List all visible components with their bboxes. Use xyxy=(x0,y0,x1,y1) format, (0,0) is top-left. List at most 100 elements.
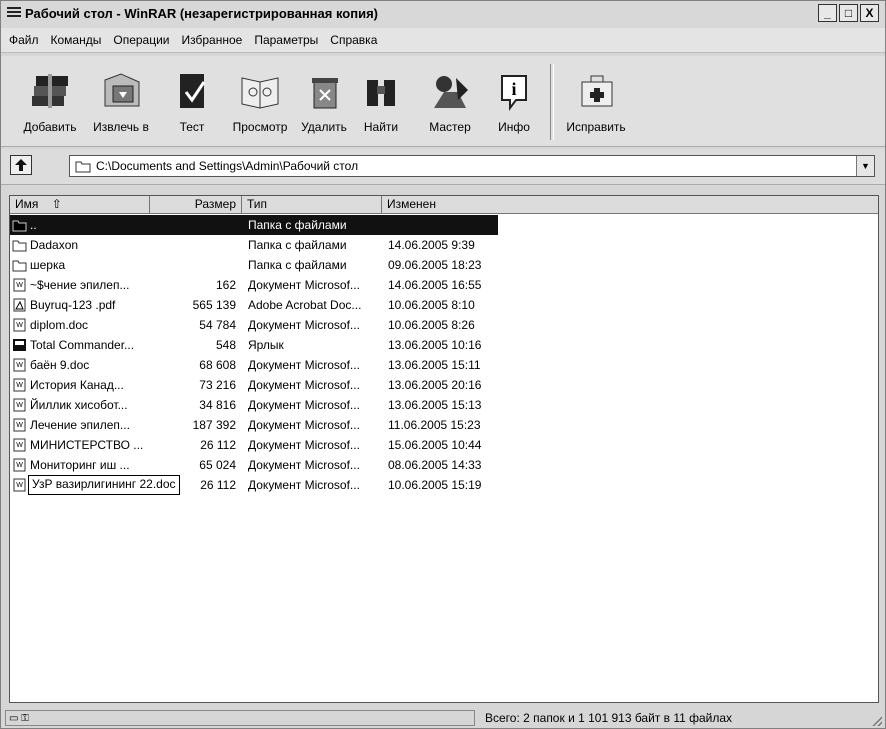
file-modified: 13.06.2005 15:13 xyxy=(388,398,482,412)
file-size: 548 xyxy=(215,338,236,352)
winrar-window: Рабочий стол - WinRAR (незарегистрирован… xyxy=(0,0,886,729)
svg-text:W: W xyxy=(16,282,23,289)
column-header-size[interactable]: Размер xyxy=(150,196,242,214)
repair-kit-icon xyxy=(581,75,613,107)
menu-help[interactable]: Справка xyxy=(322,28,381,52)
title-bar[interactable]: Рабочий стол - WinRAR (незарегистрирован… xyxy=(1,1,885,27)
column-header-modified[interactable]: Изменен xyxy=(382,196,498,214)
word-doc-icon: W xyxy=(13,318,26,332)
file-type: Документ Microsof... xyxy=(248,438,360,452)
file-row[interactable]: W История Канад... 73 216 Документ Microsof… xyxy=(10,375,498,395)
file-row[interactable]: W УзР вазирлигининг 22.doc 26 112 Документ … xyxy=(10,475,498,495)
file-type: Документ Microsof... xyxy=(248,378,360,392)
file-modified: 13.06.2005 20:16 xyxy=(388,378,482,392)
winrar-app-icon[interactable] xyxy=(7,7,21,21)
column-header-name[interactable]: Имя ⇧ xyxy=(10,196,150,214)
file-size: 187 392 xyxy=(192,418,236,432)
find-button[interactable]: Найти xyxy=(346,64,416,134)
address-bar: C:\Documents and Settings\Admin\Рабочий … xyxy=(1,149,885,185)
folder-icon xyxy=(12,260,27,272)
status-drive-key-icon[interactable]: ▭ ⚿ xyxy=(9,713,29,724)
file-row[interactable]: Wбаён 9.doc 68 608 Документ Microsof... 13.… xyxy=(10,355,498,375)
word-doc-icon: W xyxy=(13,458,26,472)
svg-text:W: W xyxy=(16,462,23,469)
rename-input[interactable]: УзР вазирлигининг 22.doc xyxy=(28,475,180,495)
file-modified: 08.06.2005 14:33 xyxy=(388,458,482,472)
file-name: Йиллик хисобот... xyxy=(30,398,128,412)
file-row[interactable]: Total Commander... 548 Ярлык 13.06.2005 10:… xyxy=(10,335,498,355)
file-type: Документ Microsof... xyxy=(248,398,360,412)
file-row[interactable]: W Мониторинг иш ... 65 024 Документ Microso… xyxy=(10,455,498,475)
address-field[interactable]: C:\Documents and Settings\Admin\Рабочий … xyxy=(69,155,875,177)
menu-favorites[interactable]: Избранное xyxy=(174,28,247,52)
file-name: Total Commander... xyxy=(30,338,135,352)
maximize-button[interactable]: □ xyxy=(839,4,858,22)
info-icon: i xyxy=(501,75,527,111)
repair-label: Исправить xyxy=(566,120,626,134)
view-button[interactable]: Просмотр xyxy=(225,64,295,134)
toolbar: Добавить Извлечь в Тест Просмотр Удалить… xyxy=(1,56,885,147)
file-name: diplom.doc xyxy=(30,318,89,332)
file-type: Папка с файлами xyxy=(248,238,347,252)
word-doc-icon: W xyxy=(13,278,26,292)
toolbar-separator xyxy=(550,64,554,140)
extract-to-button[interactable]: Извлечь в xyxy=(86,64,156,134)
test-button[interactable]: Тест xyxy=(157,64,227,134)
menu-commands[interactable]: Команды xyxy=(43,28,106,52)
file-type: Документ Microsof... xyxy=(248,278,360,292)
wizard-button[interactable]: Мастер xyxy=(415,64,485,134)
svg-text:W: W xyxy=(16,402,23,409)
view-book-icon xyxy=(241,77,279,109)
address-dropdown-button[interactable]: ▼ xyxy=(856,156,874,176)
file-modified: 10.06.2005 8:26 xyxy=(388,318,475,332)
menu-file[interactable]: Файл xyxy=(1,28,43,52)
status-left-panel: ▭ ⚿ xyxy=(5,710,475,726)
repair-button[interactable]: Исправить xyxy=(561,64,631,134)
file-type: Документ Microsof... xyxy=(248,478,360,492)
window-title: Рабочий стол - WinRAR (незарегистрирован… xyxy=(25,6,378,21)
file-name: Dadaxon xyxy=(30,238,79,252)
file-name: Buyruq-123 .pdf xyxy=(30,298,116,312)
up-arrow-icon xyxy=(15,159,27,171)
folder-icon xyxy=(75,161,91,173)
file-modified: 14.06.2005 16:55 xyxy=(388,278,482,292)
info-button[interactable]: i Инфо xyxy=(479,64,549,134)
up-folder-button[interactable] xyxy=(10,155,32,175)
file-row[interactable]: Wdiplom.doc 54 784 Документ Microsof... 10.… xyxy=(10,315,498,335)
file-type: Папка с файлами xyxy=(248,218,347,232)
folder-icon xyxy=(12,220,27,232)
word-doc-icon: W xyxy=(13,358,26,372)
file-name: История Канад... xyxy=(30,378,124,392)
file-modified: 14.06.2005 9:39 xyxy=(388,238,475,252)
file-modified: 13.06.2005 10:16 xyxy=(388,338,482,352)
file-row[interactable]: Dadaxon Папка с файлами 14.06.2005 9:39 xyxy=(10,235,498,255)
file-type: Документ Microsof... xyxy=(248,458,360,472)
file-row[interactable]: шерка Папка с файлами 09.06.2005 18:23 xyxy=(10,255,498,275)
menu-operations[interactable]: Операции xyxy=(105,28,173,52)
column-header-filler xyxy=(497,196,878,214)
svg-text:W: W xyxy=(16,482,23,489)
file-type: Adobe Acrobat Doc... xyxy=(248,298,362,312)
file-row[interactable]: W Лечение эпилеп... 187 392 Документ Micros… xyxy=(10,415,498,435)
file-row[interactable]: W ~$чение эпилеп... 162 Документ Microsof..… xyxy=(10,275,498,295)
word-doc-icon: W xyxy=(13,418,26,432)
shortcut-icon xyxy=(13,339,26,351)
file-list[interactable]: Имя ⇧ Размер Тип Изменен .. Папка с файла… xyxy=(9,195,879,703)
file-row[interactable]: Buyruq-123 .pdf 565 139 Adobe Acrobat Doc.… xyxy=(10,295,498,315)
file-row[interactable]: W Йиллик хисобот... 34 816 Документ Microso… xyxy=(10,395,498,415)
file-row[interactable]: W МИНИСТЕРСТВО ... 26 112 Документ Microsof… xyxy=(10,435,498,455)
add-button[interactable]: Добавить xyxy=(15,64,85,134)
pdf-icon xyxy=(13,298,26,312)
column-header-type[interactable]: Тип xyxy=(242,196,382,214)
word-doc-icon: W xyxy=(13,478,26,492)
file-row[interactable]: .. Папка с файлами xyxy=(10,215,498,235)
sort-ascending-icon: ⇧ xyxy=(51,197,62,211)
close-button[interactable]: X xyxy=(860,4,879,22)
wizard-label: Мастер xyxy=(429,120,471,134)
menu-options[interactable]: Параметры xyxy=(246,28,322,52)
minimize-button[interactable]: _ xyxy=(818,4,837,22)
resize-grip-icon[interactable] xyxy=(872,716,882,726)
file-name: .. xyxy=(30,218,37,232)
find-label: Найти xyxy=(363,120,399,134)
file-name: ~$чение эпилеп... xyxy=(30,278,130,292)
